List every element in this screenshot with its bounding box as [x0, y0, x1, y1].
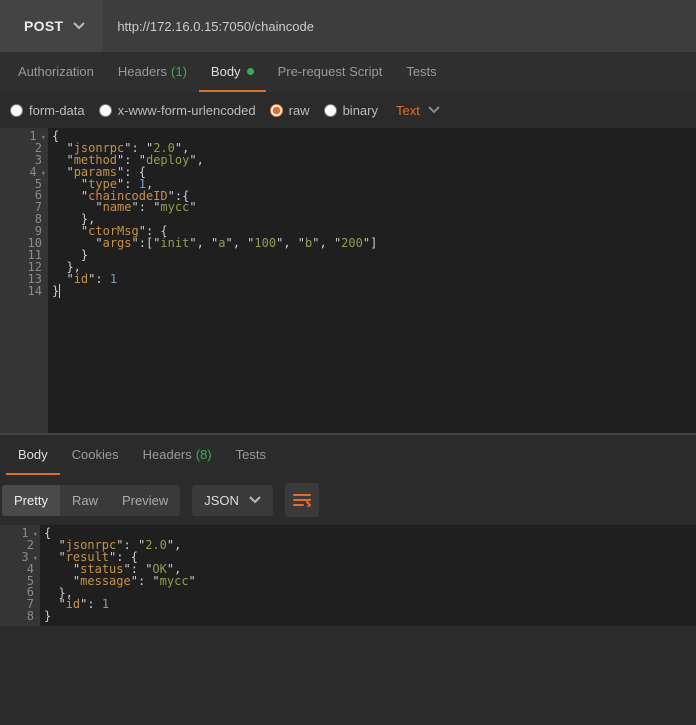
response-format-select[interactable]: JSON [192, 485, 273, 516]
bodytype-raw[interactable]: raw [270, 103, 310, 118]
request-tabs: Authorization Headers (1) Body Pre-reque… [0, 52, 696, 92]
tab-tests[interactable]: Tests [394, 52, 448, 92]
bodytype-urlencoded[interactable]: x-www-form-urlencoded [99, 103, 256, 118]
wrap-icon [293, 493, 311, 507]
http-method-label: POST [24, 18, 63, 34]
chevron-down-icon [428, 106, 440, 114]
tab-prerequest[interactable]: Pre-request Script [266, 52, 395, 92]
chevron-down-icon [249, 496, 261, 504]
raw-format-select[interactable]: Text [396, 103, 440, 118]
view-pretty-button[interactable]: Pretty [2, 485, 60, 516]
view-raw-button[interactable]: Raw [60, 485, 110, 516]
bodytype-formdata[interactable]: form-data [10, 103, 85, 118]
response-body-editor[interactable]: 1▾23▾45678 { "jsonrpc": "2.0", "result":… [0, 525, 696, 626]
headers-count-badge: (1) [171, 64, 187, 79]
bodytype-binary[interactable]: binary [324, 103, 378, 118]
response-body-code: { "jsonrpc": "2.0", "result": { "status"… [40, 525, 696, 626]
response-tabs: Body Cookies Headers (8) Tests [0, 435, 696, 475]
resp-tab-cookies[interactable]: Cookies [60, 435, 131, 475]
request-body-code: { "jsonrpc": "2.0", "method": "deploy", … [48, 128, 696, 433]
body-type-row: form-data x-www-form-urlencoded raw bina… [0, 92, 696, 128]
request-body-editor[interactable]: 1▾234▾567891011121314 { "jsonrpc": "2.0"… [0, 128, 696, 433]
wrap-lines-button[interactable] [285, 483, 319, 517]
resp-headers-count-badge: (8) [196, 447, 212, 462]
resp-tab-body[interactable]: Body [6, 435, 60, 475]
view-preview-button[interactable]: Preview [110, 485, 180, 516]
resp-tab-tests[interactable]: Tests [224, 435, 278, 475]
chevron-down-icon [73, 22, 85, 30]
tab-headers[interactable]: Headers (1) [106, 52, 199, 92]
line-gutter: 1▾23▾45678 [0, 525, 40, 626]
line-gutter: 1▾234▾567891011121314 [0, 128, 48, 433]
modified-dot-icon [247, 68, 254, 75]
tab-body[interactable]: Body [199, 52, 266, 92]
response-view-controls: Pretty Raw Preview JSON [0, 475, 696, 525]
request-url-input[interactable] [103, 0, 696, 52]
http-method-select[interactable]: POST [0, 0, 103, 52]
tab-authorization[interactable]: Authorization [6, 52, 106, 92]
resp-tab-headers[interactable]: Headers (8) [131, 435, 224, 475]
